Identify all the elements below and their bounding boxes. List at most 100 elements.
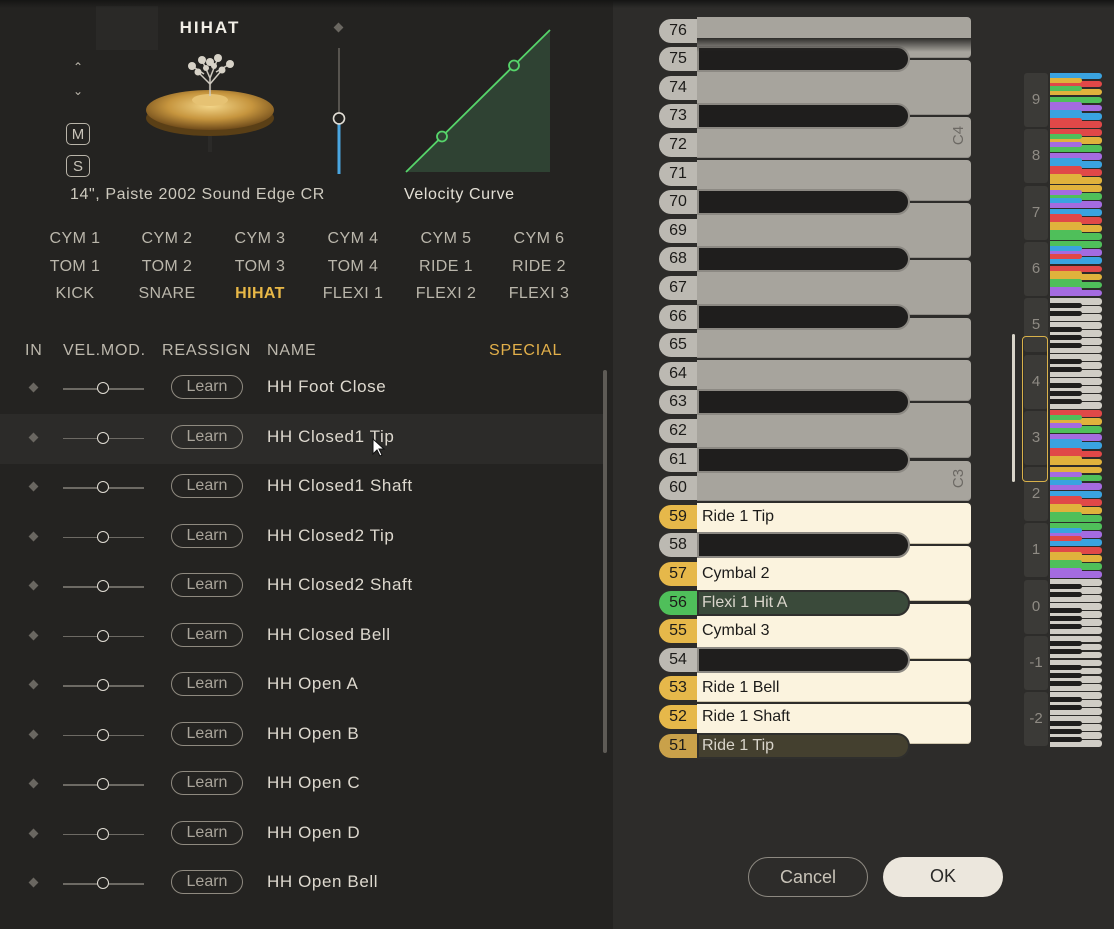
vel-mod-knob[interactable] [97,580,109,592]
note-number-badge: 51 [659,733,697,758]
cancel-button[interactable]: Cancel [748,857,868,897]
mini-octave-button[interactable]: 9 [1024,73,1048,127]
mini-black-key [1050,85,1082,91]
table-row[interactable]: Learn HH Foot Close [0,364,603,414]
vel-mod-knob[interactable] [97,382,109,394]
kit-item-tom-3[interactable]: TOM 3 [220,258,300,276]
mini-octave-button[interactable]: 0 [1024,579,1048,634]
mini-octave-button[interactable]: -1 [1024,636,1048,690]
kit-item-ride-2[interactable]: RIDE 2 [499,258,579,276]
learn-button[interactable]: Learn [171,474,243,498]
kit-item-kick[interactable]: KICK [35,285,115,303]
table-row[interactable]: Learn HH Closed Bell [0,612,603,662]
piano-black-key[interactable] [697,532,910,559]
kit-item-cym-2[interactable]: CYM 2 [127,230,207,248]
list-scrollbar[interactable] [603,370,607,753]
chevron-up-icon[interactable]: ⌃ [70,60,86,74]
learn-button[interactable]: Learn [171,523,243,548]
table-row[interactable]: Learn HH Closed1 Tip [0,413,603,464]
table-row[interactable]: Learn HH Open D [0,810,603,860]
piano-black-key[interactable] [697,389,910,416]
kit-item-tom-2[interactable]: TOM 2 [127,258,207,276]
kit-item-cym-6[interactable]: CYM 6 [499,230,579,248]
learn-button[interactable]: Learn [171,672,243,696]
input-indicator-icon[interactable] [28,679,39,690]
input-indicator-icon[interactable] [28,432,39,442]
mini-octave-button[interactable]: 8 [1024,129,1048,184]
input-indicator-icon[interactable] [28,481,39,492]
mute-button[interactable]: M [66,123,90,145]
mini-octave-button[interactable]: 6 [1024,241,1048,296]
vel-mod-knob[interactable] [97,481,109,493]
visible-range-indicator[interactable] [1022,335,1048,482]
kit-item-cym-3[interactable]: CYM 3 [220,230,300,248]
piano-black-key[interactable] [697,246,910,273]
mini-octave-button[interactable]: 7 [1024,185,1048,240]
chevron-down-icon[interactable]: ⌄ [70,84,86,98]
learn-button[interactable]: Learn [171,622,243,647]
velocity-curve-point[interactable] [508,59,520,72]
key-mapping-label: Ride 1 Shaft [702,707,791,725]
learn-button[interactable]: Learn [171,424,243,449]
solo-button[interactable]: S [66,155,90,177]
kit-item-tom-4[interactable]: TOM 4 [313,258,393,276]
mini-black-key [1050,616,1082,622]
kit-item-cym-4[interactable]: CYM 4 [313,230,393,248]
piano-black-key[interactable] [697,446,910,473]
column-special[interactable]: SPECIAL [489,342,562,360]
vel-mod-knob[interactable] [97,728,109,741]
input-indicator-icon[interactable] [28,877,39,888]
mini-keyboard-navigator[interactable]: 9 8 7 6 5 4 3 2 1 0 -1 -2 [1012,72,1104,748]
input-indicator-icon[interactable] [28,580,39,591]
table-row[interactable]: Learn HH Closed1 Shaft [0,463,603,513]
mini-black-key [1050,141,1082,147]
piano-black-key[interactable] [697,189,910,216]
table-row[interactable]: Learn HH Closed2 Shaft [0,562,603,612]
input-indicator-icon[interactable] [28,531,39,541]
input-indicator-icon[interactable] [28,382,39,393]
vel-mod-knob[interactable] [97,629,109,642]
kit-item-flexi-3[interactable]: FLEXI 3 [499,285,579,303]
input-indicator-icon[interactable] [28,729,39,739]
input-indicator-icon[interactable] [28,630,39,640]
learn-button[interactable]: Learn [171,375,243,399]
piano-keyboard[interactable]: 76 75 74 73 72 C4 71 70 69 68 67 66 65 64 63 62 61 60 C3 59… [657,17,973,808]
kit-item-cym-1[interactable]: CYM 1 [35,230,115,248]
table-row[interactable]: Learn HH Open Bell [0,859,603,909]
kit-item-hihat[interactable]: HIHAT [220,285,300,303]
kit-item-ride-1[interactable]: RIDE 1 [406,258,486,276]
piano-black-key[interactable] [697,646,910,673]
volume-slider[interactable] [329,18,351,178]
learn-button[interactable]: Learn [171,771,243,795]
vel-mod-knob[interactable] [97,530,109,543]
vel-mod-knob[interactable] [97,679,109,691]
table-row[interactable]: Learn HH Open C [0,760,603,810]
articulation-name: HH Open D [267,822,361,842]
learn-button[interactable]: Learn [171,573,243,597]
table-row[interactable]: Learn HH Closed2 Tip [0,513,603,563]
mini-octave-button[interactable]: 1 [1024,523,1048,578]
input-indicator-icon[interactable] [28,778,39,789]
velocity-curve-graph[interactable] [404,28,552,174]
velocity-curve-point[interactable] [436,130,448,143]
ok-button[interactable]: OK [883,857,1003,897]
range-scroll-handle[interactable] [1012,334,1015,482]
table-row[interactable]: Learn HH Open B [0,711,603,761]
mini-octave-button[interactable]: -2 [1024,692,1048,747]
kit-item-snare[interactable]: SNARE [127,285,207,303]
piano-black-key[interactable] [697,103,910,130]
learn-button[interactable]: Learn [171,721,243,746]
kit-item-tom-1[interactable]: TOM 1 [35,258,115,276]
table-row[interactable]: Learn HH Open A [0,661,603,711]
piano-black-key[interactable] [697,303,910,330]
vel-mod-knob[interactable] [97,827,109,840]
vel-mod-knob[interactable] [97,877,109,889]
learn-button[interactable]: Learn [171,870,243,894]
vel-mod-knob[interactable] [97,778,109,790]
kit-item-flexi-1[interactable]: FLEXI 1 [313,285,393,303]
kit-item-flexi-2[interactable]: FLEXI 2 [406,285,486,303]
learn-button[interactable]: Learn [171,820,243,845]
vel-mod-knob[interactable] [97,431,109,444]
input-indicator-icon[interactable] [28,828,39,838]
kit-item-cym-5[interactable]: CYM 5 [406,230,486,248]
